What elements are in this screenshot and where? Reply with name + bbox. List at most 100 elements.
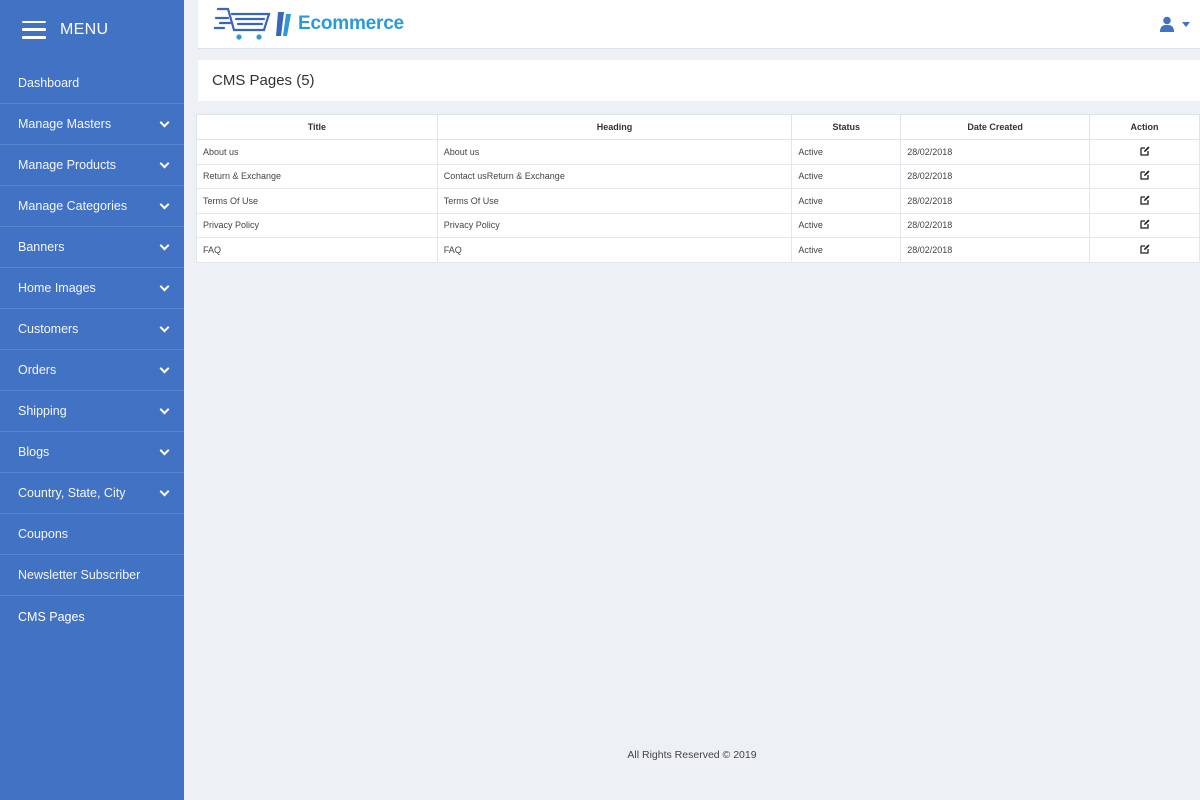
- sidebar-item-home-images[interactable]: Home Images: [0, 268, 184, 309]
- cell-title: Return & Exchange: [196, 163, 438, 189]
- table-row: Privacy Policy Privacy Policy Active 28/…: [196, 212, 1200, 238]
- sidebar-item-banners[interactable]: Banners: [0, 227, 184, 268]
- cell-status: Active: [791, 188, 902, 214]
- chevron-down-icon: [159, 158, 170, 168]
- cell-title: Terms Of Use: [196, 188, 438, 214]
- chevron-down-icon: [159, 322, 170, 332]
- chevron-down-icon: [159, 363, 170, 373]
- cell-heading: Privacy Policy: [436, 212, 793, 238]
- footer-copyright: All Rights Reserved © 2019: [627, 749, 757, 761]
- chevron-down-icon: [159, 199, 170, 209]
- cell-title: Privacy Policy: [196, 212, 438, 238]
- cell-date: 28/02/2018: [900, 237, 1091, 263]
- column-header-heading[interactable]: Heading: [436, 114, 793, 140]
- logo-text: Ecommerce: [298, 13, 404, 34]
- cell-action: [1089, 212, 1200, 238]
- edit-icon: [1139, 170, 1150, 180]
- cell-date: 28/02/2018: [900, 212, 1091, 238]
- cart-logo-icon: [214, 7, 291, 40]
- edit-button[interactable]: [1139, 170, 1150, 182]
- sidebar-item-label: Coupons: [18, 527, 69, 541]
- cell-status: Active: [791, 212, 902, 238]
- sidebar-item-label: CMS Pages: [18, 609, 85, 624]
- page-title: CMS Pages (5): [212, 72, 315, 89]
- page-title-bar: CMS Pages (5): [198, 60, 1200, 101]
- edit-icon: [1139, 219, 1150, 229]
- cell-action: [1089, 139, 1200, 165]
- sidebar-item-manage-masters[interactable]: Manage Masters: [0, 104, 184, 145]
- column-header-date-created[interactable]: Date Created: [900, 114, 1091, 140]
- edit-icon: [1139, 244, 1150, 254]
- sidebar-item-manage-categories[interactable]: Manage Categories: [0, 186, 184, 227]
- logo[interactable]: Ecommerce: [214, 4, 404, 44]
- sidebar-item-label: Country, State, City: [18, 486, 126, 500]
- edit-button[interactable]: [1139, 219, 1150, 231]
- user-menu-button[interactable]: [1160, 16, 1190, 32]
- cell-title: About us: [196, 139, 438, 165]
- sidebar-item-label: Dashboard: [18, 76, 80, 90]
- cell-status: Active: [791, 139, 902, 165]
- column-header-title[interactable]: Title: [196, 114, 438, 140]
- sidebar-item-label: Shipping: [18, 404, 67, 418]
- sidebar-item-country-state-city[interactable]: Country, State, City: [0, 473, 184, 514]
- cell-action: [1089, 237, 1200, 263]
- footer: All Rights Reserved © 2019: [184, 749, 1200, 761]
- sidebar-item-label: Manage Products: [18, 158, 116, 172]
- caret-down-icon: [1182, 21, 1190, 27]
- table-row: Return & Exchange Contact usReturn & Exc…: [196, 163, 1200, 189]
- sidebar-item-label: Newsletter Subscriber: [18, 568, 141, 582]
- sidebar-item-newsletter-subscriber[interactable]: Newsletter Subscriber: [0, 555, 184, 596]
- sidebar-item-manage-products[interactable]: Manage Products: [0, 145, 184, 186]
- sidebar-item-dashboard[interactable]: Dashboard: [0, 63, 184, 104]
- sidebar-item-label: Orders: [18, 363, 57, 377]
- sidebar-item-coupons[interactable]: Coupons: [0, 514, 184, 555]
- cell-date: 28/02/2018: [900, 163, 1091, 189]
- column-header-status[interactable]: Status: [791, 114, 902, 140]
- sidebar-item-label: Manage Categories: [18, 199, 128, 213]
- table-row: Terms Of Use Terms Of Use Active 28/02/2…: [196, 188, 1200, 214]
- cms-pages-table-wrapper: Title Heading Status Date Created Action…: [196, 114, 1200, 263]
- sidebar-item-label: Customers: [18, 322, 79, 336]
- sidebar-item-customers[interactable]: Customers: [0, 309, 184, 350]
- sidebar-item-blogs[interactable]: Blogs: [0, 432, 184, 473]
- cell-heading: About us: [436, 139, 793, 165]
- cell-action: [1089, 163, 1200, 189]
- hamburger-menu-icon[interactable]: [22, 20, 46, 39]
- table-header-row: Title Heading Status Date Created Action: [196, 114, 1200, 140]
- cell-action: [1089, 188, 1200, 214]
- sidebar-item-label: Manage Masters: [18, 117, 112, 131]
- sidebar-item-shipping[interactable]: Shipping: [0, 391, 184, 432]
- column-header-action: Action: [1089, 114, 1200, 140]
- chevron-down-icon: [159, 445, 170, 455]
- top-header: Ecommerce: [198, 0, 1200, 49]
- chevron-down-icon: [159, 117, 170, 127]
- menu-title: MENU: [60, 20, 109, 38]
- sidebar-item-label: Blogs: [18, 445, 50, 459]
- menu-header: MENU: [0, 0, 184, 59]
- edit-icon: [1139, 195, 1150, 205]
- chevron-down-icon: [159, 486, 170, 496]
- cell-heading: FAQ: [436, 237, 793, 263]
- sidebar: MENU Dashboard Manage Masters Manage Pro…: [0, 0, 184, 800]
- cell-status: Active: [791, 237, 902, 263]
- cell-date: 28/02/2018: [900, 139, 1091, 165]
- edit-button[interactable]: [1139, 244, 1150, 256]
- edit-button[interactable]: [1139, 146, 1150, 158]
- sidebar-item-label: Home Images: [18, 281, 96, 295]
- cms-pages-table: Title Heading Status Date Created Action…: [196, 114, 1200, 263]
- chevron-down-icon: [159, 281, 170, 291]
- table-row: FAQ FAQ Active 28/02/2018: [196, 237, 1200, 263]
- sidebar-item-orders[interactable]: Orders: [0, 350, 184, 391]
- user-icon: [1160, 16, 1174, 32]
- edit-icon: [1139, 146, 1150, 156]
- table-row: About us About us Active 28/02/2018: [196, 139, 1200, 165]
- chevron-down-icon: [159, 240, 170, 250]
- sidebar-nav: Dashboard Manage Masters Manage Products…: [0, 63, 184, 637]
- cell-status: Active: [791, 163, 902, 189]
- cell-date: 28/02/2018: [900, 188, 1091, 214]
- sidebar-item-label: Banners: [18, 240, 65, 254]
- edit-button[interactable]: [1139, 195, 1150, 207]
- sidebar-item-cms-pages[interactable]: CMS Pages: [0, 596, 184, 637]
- cell-heading: Terms Of Use: [436, 188, 793, 214]
- chevron-down-icon: [159, 404, 170, 414]
